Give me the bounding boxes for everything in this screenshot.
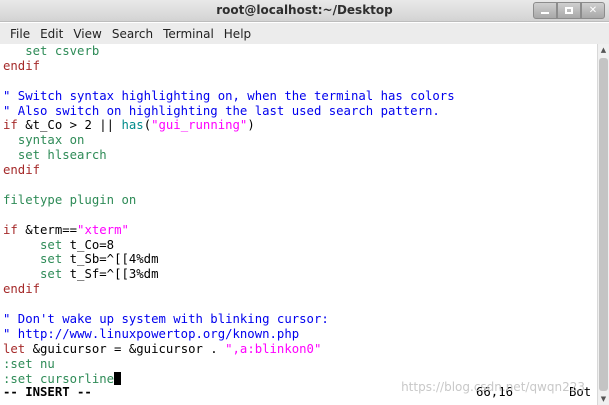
buffer-line[interactable]: endif xyxy=(3,59,455,74)
code-token: " Also switch on highlighting the last u… xyxy=(3,103,440,118)
buffer-line[interactable]: :set nu xyxy=(3,357,455,372)
menu-help[interactable]: Help xyxy=(219,27,256,41)
code-token: &t_Co > 2 || xyxy=(17,118,122,133)
buffer-line[interactable]: endif xyxy=(3,163,455,178)
scrollbar-thumb[interactable] xyxy=(599,58,608,391)
code-token: :set cursorline xyxy=(3,371,115,386)
code-token: if xyxy=(3,118,18,133)
code-token: t_Sb=^[[4%dm xyxy=(62,252,159,267)
buffer-line[interactable]: " http://www.linuxpowertop.org/known.php xyxy=(3,327,455,342)
code-token: set csverb xyxy=(25,44,100,58)
menu-edit[interactable]: Edit xyxy=(35,27,68,41)
scroll-up-arrow-icon[interactable]: ▲ xyxy=(598,44,609,56)
code-token: ( xyxy=(143,118,152,133)
close-button[interactable]: ✕ xyxy=(581,2,605,19)
buffer-line[interactable]: set t_Sf=^[[3%dm xyxy=(3,267,455,282)
code-token: "gui_running" xyxy=(151,118,248,133)
maximize-icon xyxy=(565,7,573,14)
code-token: "xterm" xyxy=(77,222,129,237)
menu-bar: File Edit View Search Terminal Help xyxy=(0,23,609,44)
buffer-line[interactable] xyxy=(3,74,455,89)
buffer-line[interactable]: set hlsearch xyxy=(3,148,455,163)
buffer-line[interactable]: syntax on xyxy=(3,133,455,148)
scroll-down-arrow-icon[interactable]: ▼ xyxy=(598,393,609,405)
code-token: ",a:blinkon0" xyxy=(225,341,322,356)
code-token: set xyxy=(40,237,63,252)
code-token: &term== xyxy=(17,222,78,237)
terminal-window: root@localhost:~/Desktop ✕ File Edit Vie… xyxy=(0,0,609,405)
buffer-line[interactable] xyxy=(3,178,455,193)
menu-file[interactable]: File xyxy=(5,27,35,41)
buffer-line[interactable]: set csverb xyxy=(3,44,455,59)
code-token: endif xyxy=(3,282,41,297)
code-token: endif xyxy=(3,58,41,73)
title-bar[interactable]: root@localhost:~/Desktop ✕ xyxy=(0,0,609,22)
code-token: let xyxy=(3,341,26,356)
buffer-line[interactable]: set t_Co=8 xyxy=(3,238,455,253)
vertical-scrollbar[interactable]: ▲ ▼ xyxy=(597,44,609,405)
code-token: " Don't wake up system with blinking cur… xyxy=(3,312,329,327)
buffer-line[interactable]: set t_Sb=^[[4%dm xyxy=(3,252,455,267)
menu-search[interactable]: Search xyxy=(107,27,158,41)
code-token: " Switch syntax highlighting on, when th… xyxy=(3,88,455,103)
code-token: syntax on xyxy=(17,133,85,148)
code-token: set xyxy=(40,267,63,282)
terminal-text-area[interactable]: set csverb endif " Switch syntax highlight… xyxy=(0,44,597,405)
buffer-line[interactable]: let &guicursor = &guicursor . ",a:blinko… xyxy=(3,342,455,357)
code-token: &guicursor = &guicursor . xyxy=(25,341,226,356)
buffer-line[interactable]: filetype plugin on xyxy=(3,193,455,208)
buffer-line[interactable]: " Switch syntax highlighting on, when th… xyxy=(3,89,455,104)
buffer-line[interactable]: " Don't wake up system with blinking cur… xyxy=(3,312,455,327)
close-icon: ✕ xyxy=(588,5,598,16)
code-token: t_Co=8 xyxy=(62,237,115,252)
watermark: https://blog.csdn.net/qwqn223 xyxy=(401,380,585,394)
code-token: set xyxy=(40,252,63,267)
menu-view[interactable]: View xyxy=(68,27,106,41)
minimize-button[interactable] xyxy=(533,2,557,19)
code-token: has xyxy=(121,118,144,133)
code-token: endif xyxy=(3,163,41,178)
window-controls: ✕ xyxy=(533,2,605,20)
menu-terminal[interactable]: Terminal xyxy=(158,27,219,41)
code-token: if xyxy=(3,222,18,237)
buffer-line[interactable] xyxy=(3,208,455,223)
vim-buffer[interactable]: set csverb endif " Switch syntax highlight… xyxy=(3,44,455,386)
buffer-line[interactable]: if &t_Co > 2 || has("gui_running") xyxy=(3,118,455,133)
text-cursor xyxy=(114,371,122,385)
buffer-line[interactable] xyxy=(3,297,455,312)
code-token: t_Sf=^[[3%dm xyxy=(62,267,159,282)
code-token: " http://www.linuxpowertop.org/known.php xyxy=(3,326,300,341)
buffer-line[interactable]: endif xyxy=(3,282,455,297)
vim-mode-indicator: -- INSERT -- xyxy=(3,385,92,399)
window-title: root@localhost:~/Desktop xyxy=(216,3,393,17)
code-token: ) xyxy=(247,118,255,133)
code-token: set hlsearch xyxy=(17,148,107,163)
code-token: filetype plugin on xyxy=(3,192,137,207)
buffer-line[interactable]: if &term=="xterm" xyxy=(3,223,455,238)
code-token: :set nu xyxy=(3,356,55,371)
maximize-button[interactable] xyxy=(557,2,581,19)
buffer-line[interactable]: " Also switch on highlighting the last u… xyxy=(3,104,455,119)
minimize-icon xyxy=(541,11,549,14)
